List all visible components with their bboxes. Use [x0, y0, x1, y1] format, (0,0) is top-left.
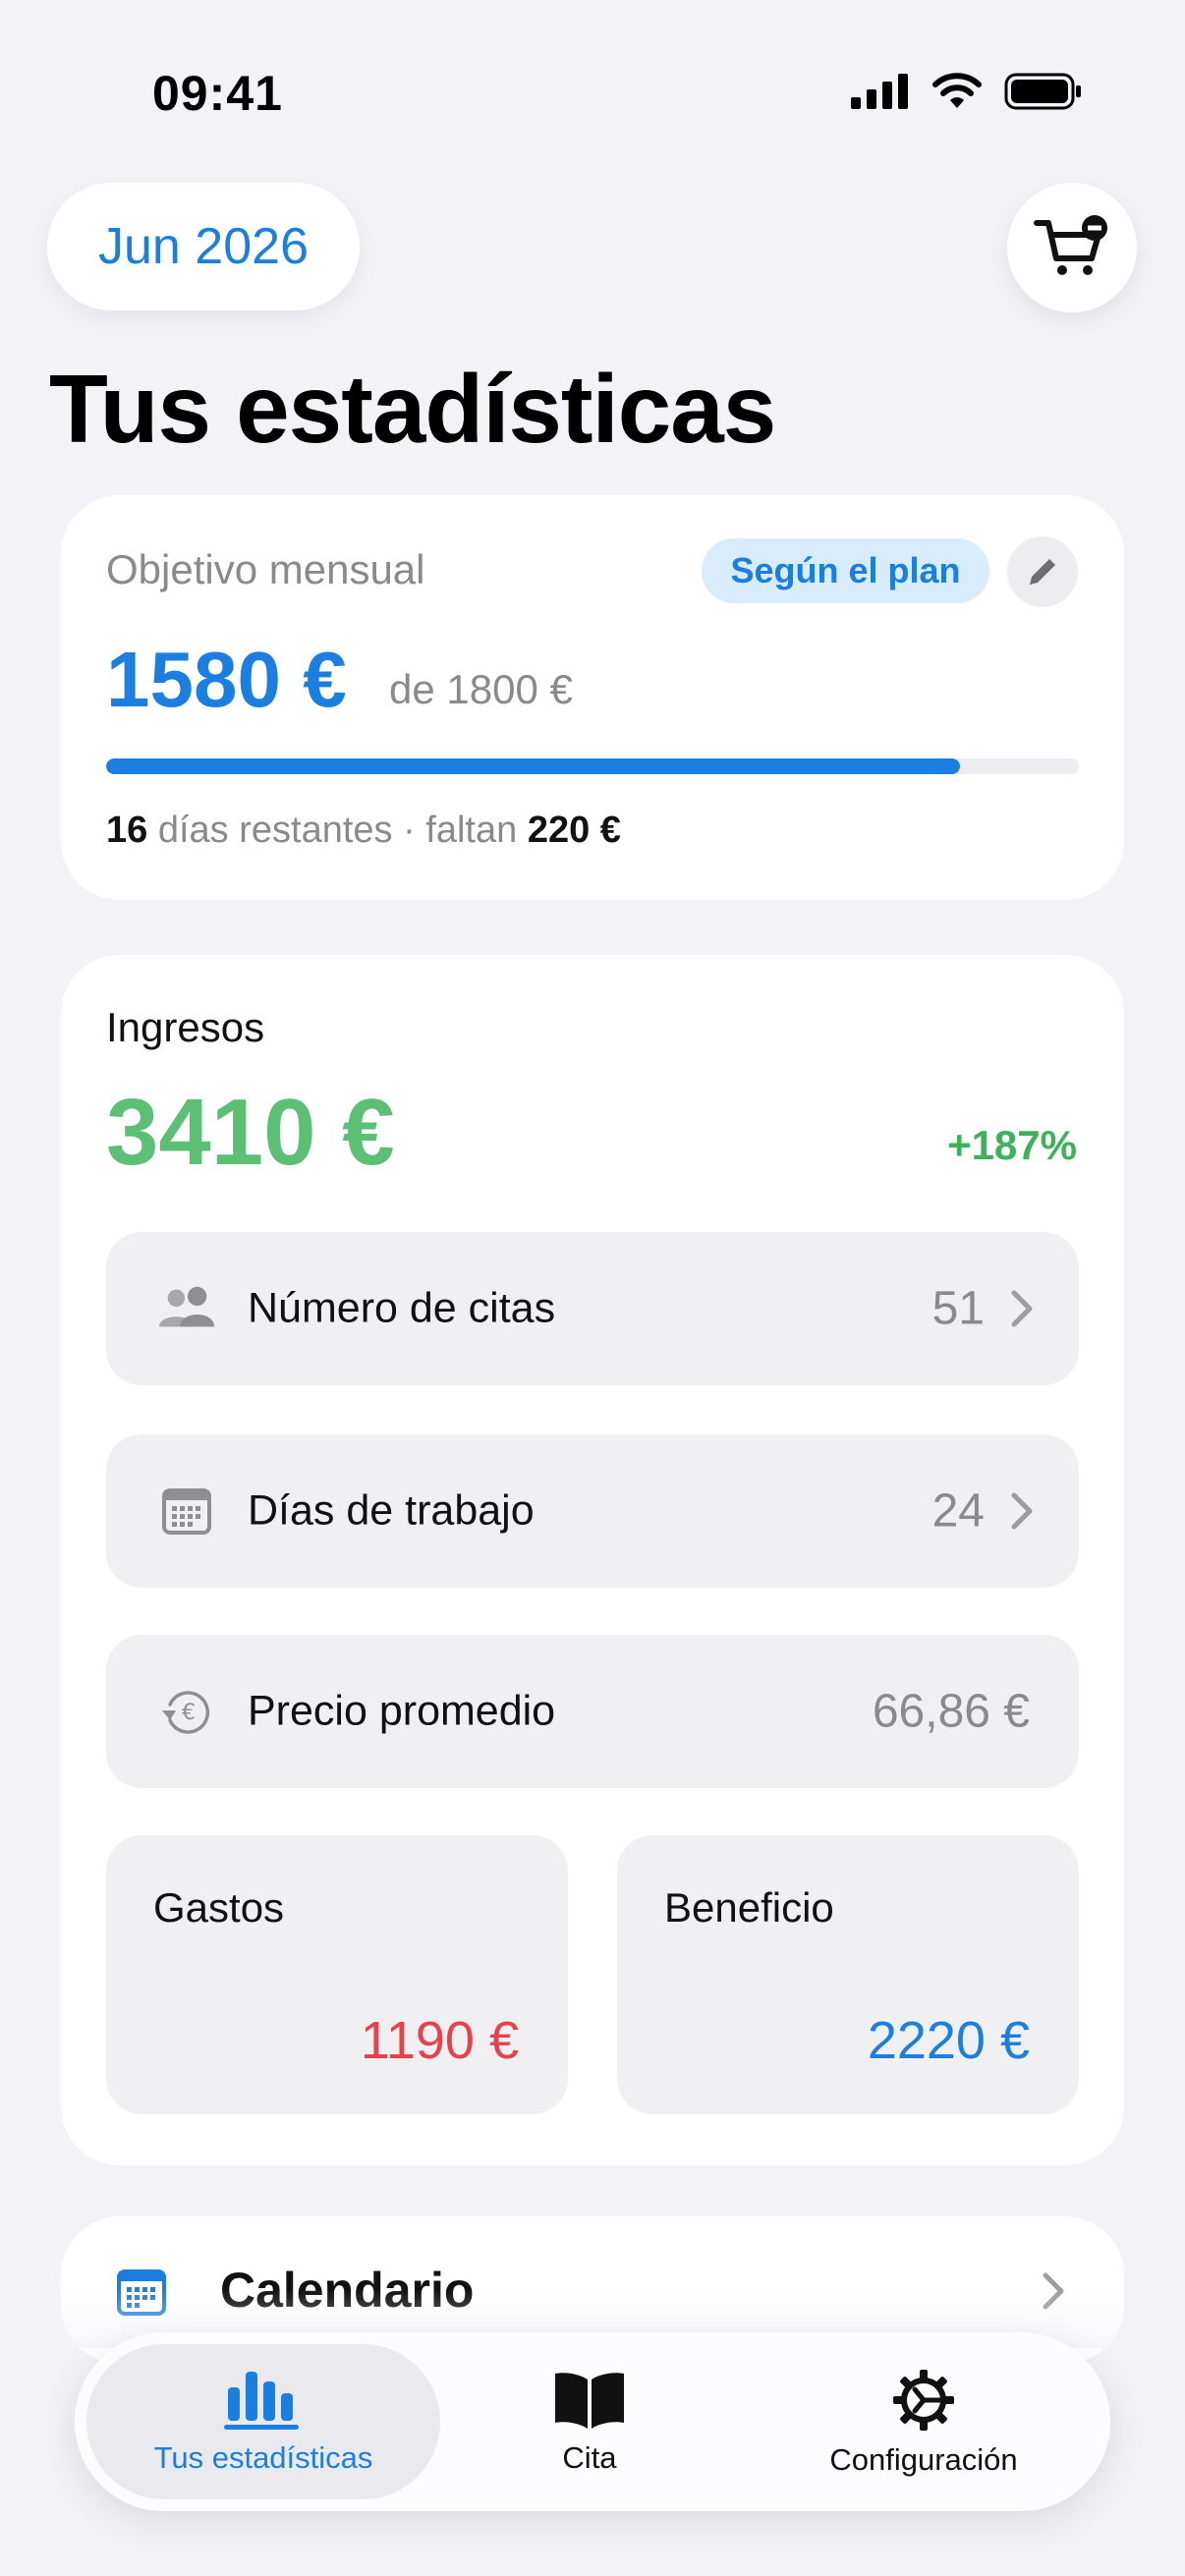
- expenses-value: 1190 €: [360, 2011, 519, 2070]
- goal-progress-fill: [106, 758, 961, 774]
- pencil-icon: [1030, 559, 1055, 585]
- chevron-right-icon: [1011, 1492, 1033, 1530]
- tab-label: Cita: [562, 2440, 617, 2475]
- average-price-row: € Precio promedio 66,86 €: [106, 1635, 1079, 1788]
- signal-icon: [851, 74, 908, 109]
- appointments-count-row[interactable]: Número de citas 51: [106, 1232, 1079, 1385]
- gear-icon: [893, 2370, 954, 2431]
- book-icon: [555, 2373, 624, 2429]
- row-value: 66,86 €: [872, 1685, 1030, 1738]
- row-label: Precio promedio: [248, 1687, 556, 1735]
- goal-footer: 16 días restantes · faltan 220 €: [106, 810, 621, 852]
- tab-statistics[interactable]: Tus estadísticas: [86, 2368, 440, 2476]
- chevron-right-icon: [1011, 1290, 1033, 1327]
- row-value: 51: [931, 1282, 985, 1335]
- tab-label: Tus estadísticas: [153, 2440, 373, 2475]
- euro-history-icon: €: [157, 1684, 216, 1739]
- income-amount: 3410 €: [106, 1080, 395, 1185]
- row-value: 24: [931, 1484, 985, 1538]
- page-title: Tus estadísticas: [49, 355, 776, 463]
- income-label: Ingresos: [106, 1004, 265, 1050]
- goal-current-amount: 1580 €: [106, 636, 347, 723]
- bar-chart-icon: [224, 2372, 299, 2430]
- battery-icon: [1004, 73, 1081, 110]
- income-change: +187%: [947, 1122, 1077, 1168]
- goal-target-text: de 1800 €: [389, 666, 573, 712]
- expenses-tile[interactable]: Gastos 1190 €: [106, 1835, 568, 2114]
- days-left-value: 16: [106, 810, 148, 851]
- row-label: Días de trabajo: [248, 1486, 535, 1535]
- profit-tile[interactable]: Beneficio 2220 €: [617, 1835, 1079, 2114]
- row-label: Número de citas: [248, 1284, 556, 1332]
- month-selector[interactable]: Jun 2026: [47, 183, 360, 310]
- cart-button[interactable]: [1007, 183, 1137, 312]
- cart-minus-icon: [1034, 215, 1107, 275]
- goal-progress-bar: [106, 758, 1079, 774]
- calendar-grid-icon: [157, 1484, 216, 1539]
- profit-value: 2220 €: [867, 2011, 1030, 2070]
- people-icon: [157, 1281, 216, 1336]
- working-days-row[interactable]: Días de trabajo 24: [106, 1434, 1079, 1588]
- status-badge: Según el plan: [702, 538, 989, 603]
- expenses-label: Gastos: [153, 1884, 285, 1931]
- tab-label: Configuración: [829, 2442, 1018, 2477]
- status-time: 09:41: [152, 66, 283, 121]
- edit-goal-button[interactable]: [1007, 536, 1078, 607]
- goal-label: Objetivo mensual: [106, 546, 425, 592]
- wifi-icon: [932, 73, 982, 108]
- days-left-text: días restantes · faltan: [157, 810, 518, 851]
- status-icons: [851, 73, 1083, 110]
- tab-appointment[interactable]: Cita: [491, 2370, 688, 2476]
- tab-settings[interactable]: Configuración: [786, 2368, 1061, 2478]
- profit-label: Beneficio: [664, 1884, 834, 1931]
- remaining-amount: 220 €: [527, 810, 621, 851]
- svg-text:€: €: [182, 1701, 196, 1725]
